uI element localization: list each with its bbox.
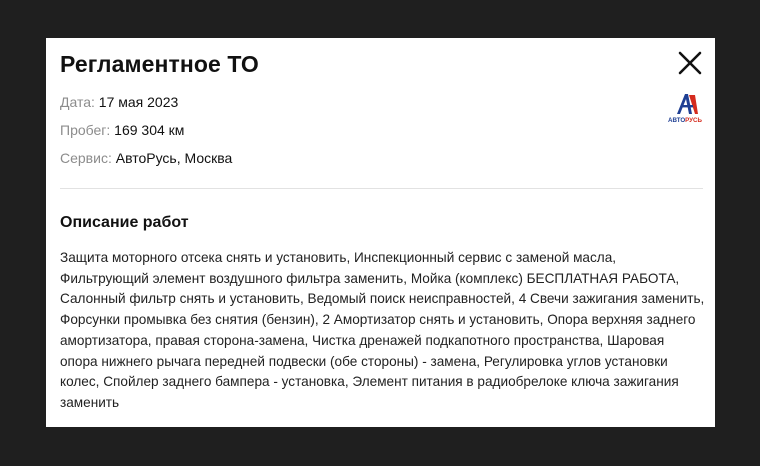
logo-text-rus: РУСЬ	[685, 117, 702, 124]
service-row: Сервис: АвтоРусь, Москва	[60, 149, 232, 167]
close-button[interactable]	[676, 49, 704, 77]
mileage-value: 169 304 км	[114, 122, 185, 138]
date-label: Дата:	[60, 94, 95, 110]
svg-text:АВТОРУСЬ: АВТОРУСЬ	[668, 117, 703, 124]
date-value: 17 мая 2023	[98, 94, 179, 110]
works-section-title: Описание работ	[60, 214, 189, 231]
mileage-label: Пробег:	[60, 122, 111, 138]
close-icon	[678, 51, 702, 75]
works-description: Защита моторного отсека снять и установи…	[60, 250, 705, 410]
date-row: Дата: 17 мая 2023	[60, 93, 178, 111]
service-label: Сервис:	[60, 150, 112, 166]
mileage-row: Пробег: 169 304 км	[60, 121, 184, 139]
service-value: АвтоРусь, Москва	[115, 150, 233, 166]
logo-text-avto: АВТО	[668, 117, 685, 124]
modal-title: Регламентное ТО	[60, 51, 259, 77]
avtorus-logo: АВТОРУСЬ	[668, 94, 703, 124]
section-divider	[60, 188, 703, 189]
service-record-modal: Регламентное ТО Дата: 17 мая 2023 Пробег…	[46, 38, 715, 427]
